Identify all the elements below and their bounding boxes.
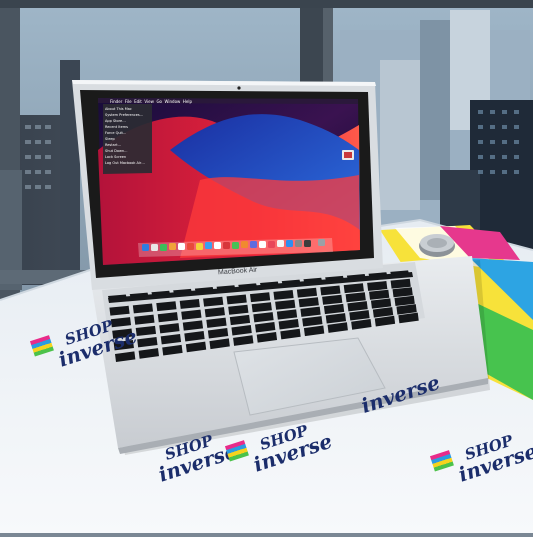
photo-scene: Finder File Edit View Go Window Help Abo… <box>0 0 533 533</box>
menubar-item: Edit <box>134 99 142 104</box>
menubar-item: View <box>144 99 154 104</box>
apple-menu-item: Log Out Macbook Air… <box>105 161 145 165</box>
menubar-item: Finder <box>110 99 123 104</box>
menubar-item: Window <box>164 99 181 104</box>
menubar-item: Go <box>156 99 162 104</box>
menubar-item: Help <box>182 99 192 104</box>
apple-menu: About This Mac System Preferences… App S… <box>105 106 145 166</box>
menubar-item: File <box>124 99 132 104</box>
menubar: Finder File Edit View Go Window Help <box>110 99 192 104</box>
